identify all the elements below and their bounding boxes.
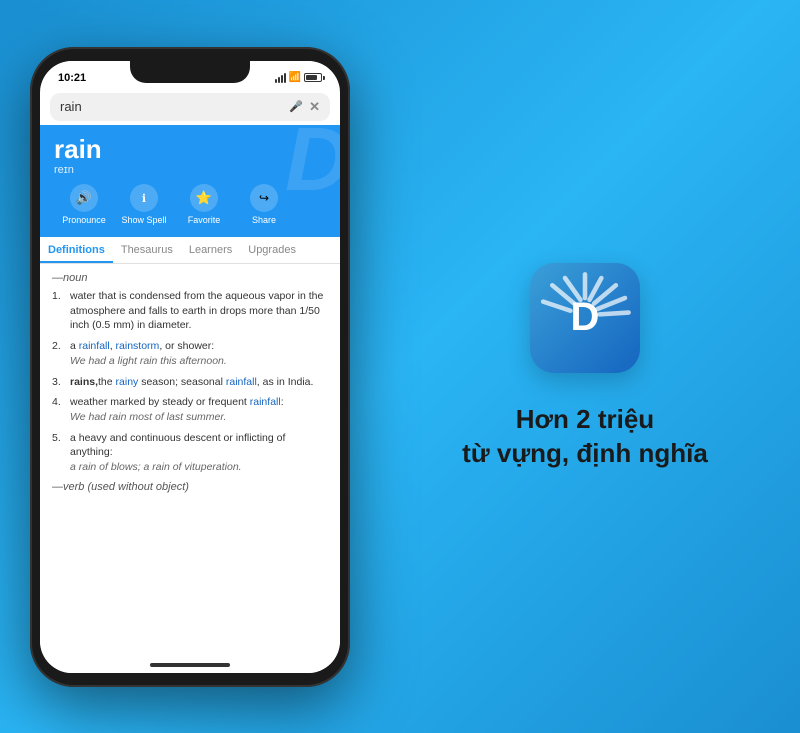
- favorite-icon: ⭐: [190, 184, 218, 212]
- promo-line1: Hơn 2 triệu: [462, 403, 708, 437]
- promo-text: Hơn 2 triệu từ vựng, định nghĩa: [462, 403, 708, 471]
- definition-item-3: 3. rains,the rainy season; seasonal rain…: [52, 375, 328, 390]
- wifi-icon: 📶: [289, 72, 301, 83]
- pronounce-icon: 🔊: [70, 184, 98, 212]
- def-text-2: a rainfall, rainstorm, or shower:We had …: [70, 339, 328, 368]
- def-text-3: rains,the rainy season; seasonal rainfal…: [70, 375, 328, 390]
- phone-notch: [130, 61, 250, 83]
- definition-item-1: 1. water that is condensed from the aque…: [52, 289, 328, 333]
- mic-icon[interactable]: 🎤: [289, 100, 303, 113]
- home-indicator: [150, 663, 230, 667]
- word-phonetic: reɪn: [54, 164, 326, 176]
- def-text-1: water that is condensed from the aqueous…: [70, 289, 328, 333]
- phone-screen: 10:21 📶: [40, 61, 340, 673]
- phone-frame: 10:21 📶: [30, 47, 350, 687]
- definition-item-4: 4. weather marked by steady or frequent …: [52, 395, 328, 424]
- pronounce-button[interactable]: 🔊 Pronounce: [54, 184, 114, 225]
- word-actions: 🔊 Pronounce ℹ Show Spell ⭐ Favorite ↪: [54, 184, 326, 225]
- tab-learners[interactable]: Learners: [181, 237, 240, 263]
- share-icon: ↪: [250, 184, 278, 212]
- phone-container: 10:21 📶: [30, 47, 350, 687]
- content-wrapper: 10:21 📶: [10, 12, 790, 722]
- word-title: rain: [54, 135, 326, 164]
- search-input[interactable]: [60, 99, 283, 114]
- show-spell-icon: ℹ: [130, 184, 158, 212]
- search-bar[interactable]: 🎤 ✕: [50, 93, 330, 121]
- tab-definitions[interactable]: Definitions: [40, 237, 113, 263]
- signal-icon: [275, 73, 286, 83]
- app-icon: D: [530, 263, 640, 373]
- pos-label: —noun: [52, 272, 328, 284]
- share-label: Share: [252, 215, 276, 225]
- link-rainy[interactable]: rainy: [116, 376, 139, 388]
- tabs: Definitions Thesaurus Learners Upgrades: [40, 237, 340, 264]
- svg-text:D: D: [571, 295, 600, 339]
- definitions-list: 1. water that is condensed from the aque…: [52, 289, 328, 475]
- status-time: 10:21: [58, 72, 86, 84]
- tab-thesaurus[interactable]: Thesaurus: [113, 237, 181, 263]
- show-spell-label: Show Spell: [121, 215, 166, 225]
- right-side: D Hơn 2 triệu từ vựng, định nghĩa: [350, 263, 790, 471]
- battery-icon: [304, 73, 322, 82]
- link-rainfall[interactable]: rainfall: [79, 340, 110, 352]
- app-icon-rays: D: [535, 268, 635, 368]
- search-close-button[interactable]: ✕: [309, 99, 320, 115]
- def-text-4: weather marked by steady or frequent rai…: [70, 395, 328, 424]
- favorite-button[interactable]: ⭐ Favorite: [174, 184, 234, 225]
- def-text-5: a heavy and continuous descent or inflic…: [70, 431, 328, 475]
- definitions-area: —noun 1. water that is condensed from th…: [40, 264, 340, 672]
- definition-item-2: 2. a rainfall, rainstorm, or shower:We h…: [52, 339, 328, 368]
- pronounce-label: Pronounce: [62, 215, 106, 225]
- link-rainstorm[interactable]: rainstorm: [116, 340, 160, 352]
- share-button[interactable]: ↪ Share: [234, 184, 294, 225]
- show-spell-button[interactable]: ℹ Show Spell: [114, 184, 174, 225]
- link-rainfall3[interactable]: rainfall: [250, 396, 281, 408]
- link-rainfall2[interactable]: rainfall: [226, 376, 257, 388]
- tab-upgrades[interactable]: Upgrades: [240, 237, 304, 263]
- status-icons: 📶: [275, 72, 322, 83]
- promo-line2: từ vựng, định nghĩa: [462, 437, 708, 471]
- favorite-label: Favorite: [188, 215, 221, 225]
- word-header: D rain reɪn 🔊 Pronounce ℹ Show Spell: [40, 125, 340, 238]
- definition-item-5: 5. a heavy and continuous descent or inf…: [52, 431, 328, 475]
- verb-pos-label: —verb (used without object): [52, 481, 328, 493]
